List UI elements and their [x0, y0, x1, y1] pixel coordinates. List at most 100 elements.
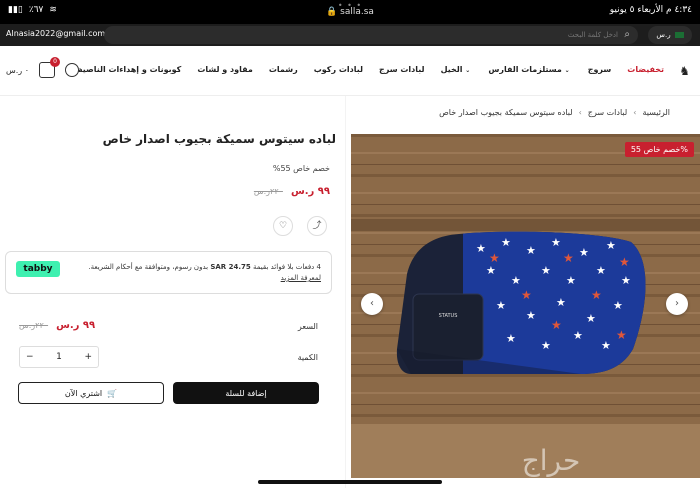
card-current-price: ٩٩ ر.س — [56, 320, 96, 331]
watermark-text: حراج — [522, 444, 581, 478]
saudi-flag-icon — [674, 32, 684, 38]
svg-text:★: ★ — [596, 264, 606, 277]
card-old-price: ٢٢٠ر.س — [19, 321, 49, 330]
buy-now-button[interactable]: اشتري الآن 🛒 — [18, 382, 164, 404]
search-input[interactable] — [318, 28, 618, 42]
nav-item-bridles[interactable]: رشمات — [269, 65, 298, 74]
home-indicator — [258, 480, 442, 484]
buy-now-label: اشتري الآن — [64, 388, 103, 398]
nav-item-rider-label: مستلزمات الفارس — [488, 65, 562, 74]
breadcrumb-category[interactable]: لبادات سرج — [588, 108, 627, 117]
store-logo[interactable]: ♞ — [679, 64, 690, 78]
divider — [345, 96, 346, 488]
cart-icon[interactable]: 0 — [39, 57, 61, 78]
tabby-learn-more-link[interactable]: لمعرفة المزيد — [281, 274, 321, 282]
svg-text:★: ★ — [496, 299, 506, 312]
svg-text:★: ★ — [526, 309, 536, 322]
tabby-message: 4 دفعات بلا فوائد بقيمة SAR 24.75 بدون ر… — [71, 262, 321, 284]
current-price: ٩٩ ر.س — [290, 186, 330, 197]
share-icon[interactable]: ⤴ — [307, 216, 327, 236]
tabby-amount: SAR 24.75 — [210, 263, 251, 271]
price-label: السعر — [297, 322, 318, 331]
nav-item-reins[interactable]: مقاود و لشات — [197, 65, 253, 74]
svg-text:★: ★ — [551, 318, 562, 332]
svg-text:★: ★ — [506, 332, 516, 345]
svg-text:★: ★ — [573, 329, 583, 342]
svg-text:★: ★ — [521, 288, 532, 302]
brand-label: STATUS — [439, 313, 458, 319]
breadcrumb-home[interactable]: الرئيسية — [642, 108, 670, 117]
heart-icon[interactable]: ♡ — [273, 216, 293, 236]
svg-text:★: ★ — [541, 339, 551, 352]
chevron-left-icon: › — [633, 108, 637, 117]
product-title: لباده سيتوس سميكة بجيوب اصدار خاص — [102, 132, 336, 146]
nav-item-riding-pads[interactable]: لبادات ركوب — [314, 65, 363, 74]
add-to-cart-button[interactable]: إضافة للسلة — [173, 382, 319, 404]
search-icon[interactable]: ⌕ — [624, 29, 630, 40]
quantity-value[interactable]: 1 — [56, 352, 62, 362]
top-utility-bar: Alnasia2022@gmail.com ⌕ ر.س — [0, 24, 700, 46]
main-nav: تخفيضات سروج مستلزمات الفارس ⌄ الخيل ⌄ ل… — [78, 65, 664, 74]
tabby-logo: tabby — [16, 261, 60, 277]
svg-text:★: ★ — [591, 288, 602, 302]
user-icon[interactable] — [65, 63, 80, 77]
svg-text:★: ★ — [579, 246, 589, 259]
card-price: ٢٢٠ر.س ٩٩ ر.س — [19, 320, 95, 331]
old-price: ٢٢٠ر.س — [253, 187, 283, 196]
svg-text:★: ★ — [601, 339, 611, 352]
currency-selector[interactable]: ر.س — [648, 26, 692, 44]
discount-text: خصم خاص 55% — [272, 164, 330, 173]
svg-text:★: ★ — [556, 296, 566, 309]
nav-item-rider[interactable]: مستلزمات الفارس ⌄ — [488, 65, 571, 74]
chevron-down-icon: ⌄ — [465, 67, 471, 74]
nav-item-coupons[interactable]: كوبونات و إهداءات الناصية — [78, 65, 181, 74]
product-image-gallery[interactable]: حراج ★ ★ ★ ★ ★ ★ ★ ★ ★ ★ ★ ★ ★ ★ ★ ★ ★ ★ ★ ★ ★ ★ ★ ★ ★ ★ ★ ★ ST… — [351, 134, 700, 478]
purchase-card: السعر ٢٢٠ر.س ٩٩ ر.س الكمية − 1 + إضافة ل… — [5, 306, 332, 418]
quantity-stepper: − 1 + — [19, 346, 99, 368]
price-line: ٩٩ ر.س ٢٢٠ر.س — [254, 186, 330, 197]
tabby-prefix: 4 دفعات بلا فوائد بقيمة — [253, 263, 321, 271]
main-header: ♞ تخفيضات سروج مستلزمات الفارس ⌄ الخيل ⌄… — [0, 46, 700, 96]
svg-text:★: ★ — [613, 299, 623, 312]
svg-text:★: ★ — [606, 239, 616, 252]
prev-image-button[interactable]: ‹ — [361, 293, 383, 315]
breadcrumb: الرئيسية › لبادات سرج › لباده سيتوس سميك… — [439, 108, 670, 117]
breadcrumb-current: لباده سيتوس سميكة بجيوب اصدار خاص — [439, 108, 573, 117]
tabby-promo: tabby 4 دفعات بلا فوائد بقيمة SAR 24.75 … — [5, 251, 332, 294]
svg-text:★: ★ — [551, 236, 561, 249]
cart-count-badge: 0 — [50, 57, 61, 67]
status-time: ٤:٣٤ م الأربعاء ٥ يونيو — [609, 5, 692, 15]
svg-text:★: ★ — [511, 274, 521, 287]
svg-text:★: ★ — [489, 251, 500, 265]
nav-item-saddles[interactable]: سروج — [588, 65, 612, 74]
add-to-cart-label: إضافة للسلة — [225, 388, 267, 398]
quantity-label: الكمية — [297, 353, 318, 362]
nav-item-horses-label: الخيل — [440, 65, 463, 74]
svg-text:★: ★ — [566, 274, 576, 287]
svg-text:★: ★ — [486, 264, 496, 277]
status-bar: • • • ▮▮▯ ٪٦٧ ≋ 🔒 salla.sa ٤:٣٤ م الأربع… — [0, 0, 700, 24]
plus-icon[interactable]: + — [84, 352, 92, 362]
svg-text:★: ★ — [586, 312, 596, 325]
contact-email[interactable]: Alnasia2022@gmail.com — [6, 29, 105, 38]
minus-icon[interactable]: − — [26, 352, 34, 362]
svg-text:★: ★ — [526, 244, 536, 257]
svg-text:★: ★ — [476, 242, 486, 255]
discount-badge: خصم خاص 55% — [624, 142, 694, 157]
url-bar[interactable]: 🔒 salla.sa — [0, 7, 700, 17]
search-box[interactable]: ⌕ — [104, 26, 638, 44]
cart-total[interactable]: ٠ ر.س — [6, 66, 29, 75]
svg-text:★: ★ — [616, 328, 627, 342]
chevron-left-icon: › — [578, 108, 582, 117]
svg-text:★: ★ — [621, 274, 631, 287]
next-image-button[interactable]: › — [666, 293, 688, 315]
nav-item-sales[interactable]: تخفيضات — [627, 65, 664, 74]
svg-text:★: ★ — [501, 236, 511, 249]
chevron-down-icon: ⌄ — [564, 67, 570, 74]
nav-item-saddle-pads[interactable]: لبادات سرج — [379, 65, 425, 74]
currency-label: ر.س — [656, 31, 671, 39]
product-photo: حراج ★ ★★★★★ ★★★★★★ ★★★★★ ★★★★ ★ ★ ★★ ★★★ ST… — [351, 134, 700, 478]
tabby-suffix: بدون رسوم، ومتوافقة مع أحكام الشريعة. — [88, 263, 209, 271]
nav-item-horses[interactable]: الخيل ⌄ — [441, 65, 473, 74]
svg-text:★: ★ — [619, 255, 630, 269]
